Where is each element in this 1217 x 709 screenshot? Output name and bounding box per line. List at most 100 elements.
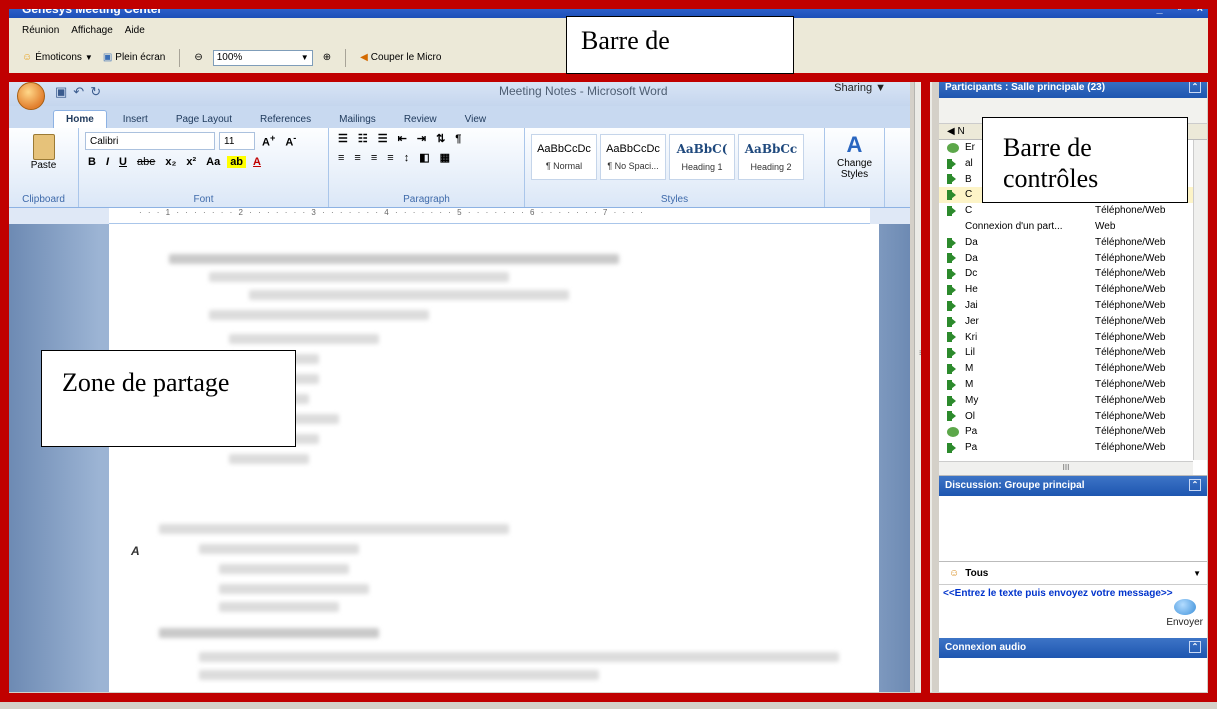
underline-icon[interactable]: U xyxy=(116,156,130,168)
send-button[interactable]: Envoyer xyxy=(1166,599,1203,628)
participant-connection: Téléphone/Web xyxy=(1095,284,1166,296)
align-left-icon[interactable]: ≡ xyxy=(335,152,347,164)
meeting-center-window: Genesys Meeting Center _ ▫ × Réunion Aff… xyxy=(0,0,1217,709)
office-button[interactable] xyxy=(17,82,45,110)
strikethrough-icon[interactable]: abe xyxy=(134,156,158,168)
show-marks-icon[interactable]: ¶ xyxy=(452,133,464,145)
name-column-header[interactable]: N xyxy=(957,124,964,139)
participant-connection: Téléphone/Web xyxy=(1095,363,1166,375)
participant-row[interactable]: Lil Téléphone/Web xyxy=(939,345,1207,361)
save-icon[interactable]: ▣ xyxy=(55,84,67,100)
paragraph-group: ☰ ☷ ☰ ⇤ ⇥ ⇅ ¶ ≡ ≡ ≡ ≡ ↕ ◧ ▦ Paragraph xyxy=(329,128,525,207)
participant-connection: Téléphone/Web xyxy=(1095,315,1166,327)
participant-row[interactable]: Da Téléphone/Web xyxy=(939,235,1207,251)
collapse-icon[interactable]: ⌃ xyxy=(1189,479,1201,491)
zoom-out-button[interactable]: ⊖ xyxy=(194,52,202,63)
paste-button[interactable]: Paste xyxy=(15,134,72,171)
participant-row[interactable]: Pa Téléphone/Web xyxy=(939,424,1207,440)
collapse-icon[interactable]: ⌃ xyxy=(1189,641,1201,653)
blurred-text-line xyxy=(199,670,599,680)
blurred-text-line xyxy=(229,454,309,464)
sort-icon[interactable]: ⇅ xyxy=(433,132,448,145)
participant-connection: Téléphone/Web xyxy=(1095,252,1166,264)
scroll-grip-icon: ≡ xyxy=(919,348,925,359)
emoticons-button[interactable]: ☺ Émoticons ▼ xyxy=(22,52,93,63)
annotation-controls-line2: contrôles xyxy=(1003,164,1099,194)
participant-row[interactable]: Jer Téléphone/Web xyxy=(939,314,1207,330)
italic-icon[interactable]: I xyxy=(103,156,112,168)
participant-row[interactable]: M Téléphone/Web xyxy=(939,361,1207,377)
numbering-icon[interactable]: ☷ xyxy=(355,132,371,145)
subscript-icon[interactable]: x₂ xyxy=(162,156,179,168)
participants-scrollbar[interactable] xyxy=(1193,140,1207,460)
style-heading-1[interactable]: AaBbC( Heading 1 xyxy=(669,134,735,180)
change-styles-button[interactable]: A Change Styles xyxy=(831,132,878,180)
tab-insert[interactable]: Insert xyxy=(111,111,160,128)
align-right-icon[interactable]: ≡ xyxy=(368,152,380,164)
participants-hscrollbar[interactable]: III xyxy=(939,461,1193,475)
audio-title: Connexion audio xyxy=(945,642,1027,653)
grow-font-icon[interactable]: A+ xyxy=(259,133,278,149)
tab-review[interactable]: Review xyxy=(392,111,449,128)
participant-row[interactable]: Connexion d'un part... Web xyxy=(939,219,1207,235)
style-heading-2[interactable]: AaBbCc Heading 2 xyxy=(738,134,804,180)
bullets-icon[interactable]: ☰ xyxy=(335,132,351,145)
participant-row[interactable]: Kri Téléphone/Web xyxy=(939,330,1207,346)
shrink-font-icon[interactable]: A- xyxy=(282,133,299,149)
font-color-icon[interactable]: A xyxy=(250,156,264,168)
participant-row[interactable]: Da Téléphone/Web xyxy=(939,251,1207,267)
style-normal[interactable]: AaBbCcDc ¶ Normal xyxy=(531,134,597,180)
window-controls[interactable]: _ ▫ × xyxy=(1156,0,1209,18)
menu-reunion[interactable]: Réunion xyxy=(22,25,59,36)
recipient-select[interactable]: ☺ Tous ▼ xyxy=(939,562,1207,584)
decrease-indent-icon[interactable]: ⇤ xyxy=(395,132,410,145)
participant-row[interactable]: My Téléphone/Web xyxy=(939,393,1207,409)
line-spacing-icon[interactable]: ↕ xyxy=(401,152,413,164)
chat-message-input[interactable]: <<Entrez le texte puis envoyez votre mes… xyxy=(939,584,1207,632)
participant-row[interactable]: M Téléphone/Web xyxy=(939,377,1207,393)
menu-aide[interactable]: Aide xyxy=(125,25,145,36)
collapse-icon[interactable]: ⌃ xyxy=(1189,81,1201,93)
participant-row[interactable]: Dc Téléphone/Web xyxy=(939,266,1207,282)
participant-row[interactable]: Pa Téléphone/Web xyxy=(939,440,1207,456)
change-case-icon[interactable]: Aa xyxy=(203,156,223,168)
font-size-box[interactable]: 11 xyxy=(219,132,255,150)
document-page[interactable]: A xyxy=(109,224,879,692)
participant-connection: Téléphone/Web xyxy=(1095,426,1166,438)
chevron-down-icon: ▼ xyxy=(1193,568,1201,578)
tab-references[interactable]: References xyxy=(248,111,323,128)
participant-connection: Téléphone/Web xyxy=(1095,268,1166,280)
bold-icon[interactable]: B xyxy=(85,156,99,168)
font-name-box[interactable]: Calibri xyxy=(85,132,215,150)
highlight-icon[interactable]: ab xyxy=(227,156,247,168)
redo-icon[interactable]: ↻ xyxy=(90,84,101,100)
menu-affichage[interactable]: Affichage xyxy=(71,25,113,36)
app-title: Genesys Meeting Center xyxy=(22,2,163,16)
shading-icon[interactable]: ◧ xyxy=(416,151,432,164)
borders-icon[interactable]: ▦ xyxy=(437,151,453,164)
chat-title: Discussion: Groupe principal xyxy=(945,480,1085,491)
zoom-in-button[interactable]: ⊕ xyxy=(323,52,331,63)
superscript-icon[interactable]: x² xyxy=(183,156,199,168)
tab-home[interactable]: Home xyxy=(53,110,107,128)
tab-page-layout[interactable]: Page Layout xyxy=(164,111,244,128)
fullscreen-button[interactable]: ▣ Plein écran xyxy=(103,52,165,63)
undo-icon[interactable]: ↶ xyxy=(73,84,84,100)
tab-view[interactable]: View xyxy=(453,111,499,128)
mute-button[interactable]: ◀ Couper le Micro xyxy=(360,52,441,63)
align-center-icon[interactable]: ≡ xyxy=(351,152,363,164)
increase-indent-icon[interactable]: ⇥ xyxy=(414,132,429,145)
justify-icon[interactable]: ≡ xyxy=(384,152,396,164)
shared-vertical-scrollbar[interactable]: ≡ xyxy=(914,78,932,692)
sharing-menu[interactable]: Sharing ▼ xyxy=(834,82,886,94)
participant-row[interactable]: C Téléphone/Web xyxy=(939,203,1207,219)
participant-row[interactable]: Jai Téléphone/Web xyxy=(939,298,1207,314)
blurred-text-line xyxy=(209,310,429,320)
style-no-spacing[interactable]: AaBbCcDc ¶ No Spaci... xyxy=(600,134,666,180)
change-styles-icon: A xyxy=(846,132,863,157)
multilevel-list-icon[interactable]: ☰ xyxy=(375,132,391,145)
participant-row[interactable]: Ol Téléphone/Web xyxy=(939,409,1207,425)
tab-mailings[interactable]: Mailings xyxy=(327,111,388,128)
zoom-select[interactable]: 100% xyxy=(212,49,313,66)
participant-row[interactable]: He Téléphone/Web xyxy=(939,282,1207,298)
